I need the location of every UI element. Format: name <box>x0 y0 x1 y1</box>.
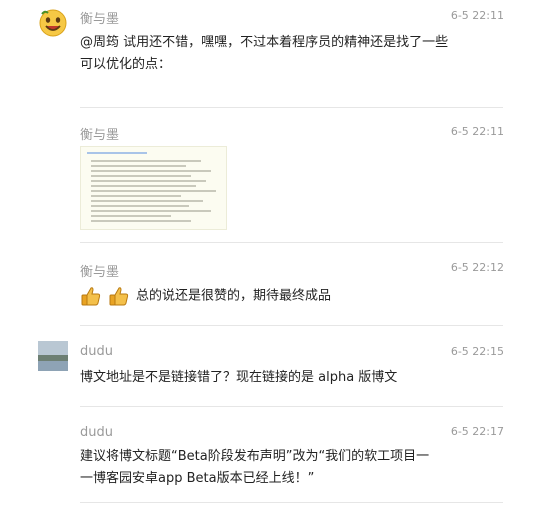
divider <box>80 502 503 503</box>
timestamp: 6-5 22:17 <box>450 425 504 438</box>
avatar[interactable] <box>38 8 68 38</box>
thumbs-up-icon <box>108 285 130 307</box>
comment-text: 博文地址是不是链接错了？现在链接的是 alpha 版博文 <box>80 367 500 389</box>
comment-text-line: 总的说还是很赞的，期待最终成品 <box>136 288 332 304</box>
comment-text: @周筠 试用还不错，嘿嘿，不过本着程序员的精神还是找了一些 可以优化的点： <box>80 32 500 76</box>
comment-text-line: 可以优化的点： <box>80 57 172 72</box>
author-name[interactable]: 衡与墨 <box>80 8 119 27</box>
timestamp: 6-5 22:11 <box>450 125 504 138</box>
author-name[interactable]: dudu <box>80 425 113 440</box>
comment-thread: 衡与墨 6-5 22:11 @周筠 试用还不错，嘿嘿，不过本着程序员的精神还是找… <box>0 0 559 511</box>
divider <box>80 242 503 243</box>
comment-text-line: 博文地址是不是链接错了？现在链接的是 alpha 版博文 <box>80 370 398 385</box>
divider <box>80 107 503 108</box>
landscape-avatar-icon <box>38 341 68 371</box>
avatar[interactable] <box>38 341 68 371</box>
thumbs-up-icon <box>80 285 102 307</box>
timestamp: 6-5 22:11 <box>450 9 504 22</box>
comment-text-line: 建议将博文标题“Beta阶段发布声明”改为“我们的软工项目一 <box>80 449 430 464</box>
author-name[interactable]: dudu <box>80 344 113 359</box>
author-name[interactable]: 衡与墨 <box>80 261 119 280</box>
author-name[interactable]: 衡与墨 <box>80 124 119 143</box>
timestamp: 6-5 22:12 <box>450 261 504 274</box>
image-attachment[interactable] <box>80 146 227 230</box>
comment-text-line: @周筠 试用还不错，嘿嘿，不过本着程序员的精神还是找了一些 <box>80 35 449 50</box>
timestamp: 6-5 22:15 <box>450 345 504 358</box>
divider <box>80 406 503 407</box>
smiley-avatar-icon <box>39 9 67 37</box>
comment-text: 建议将博文标题“Beta阶段发布声明”改为“我们的软工项目一 一博客园安卓app… <box>80 446 500 490</box>
comment-text: 总的说还是很赞的，期待最终成品 <box>80 285 500 308</box>
divider <box>80 325 503 326</box>
comment-text-line: 一博客园安卓app Beta版本已经上线！” <box>80 471 315 486</box>
